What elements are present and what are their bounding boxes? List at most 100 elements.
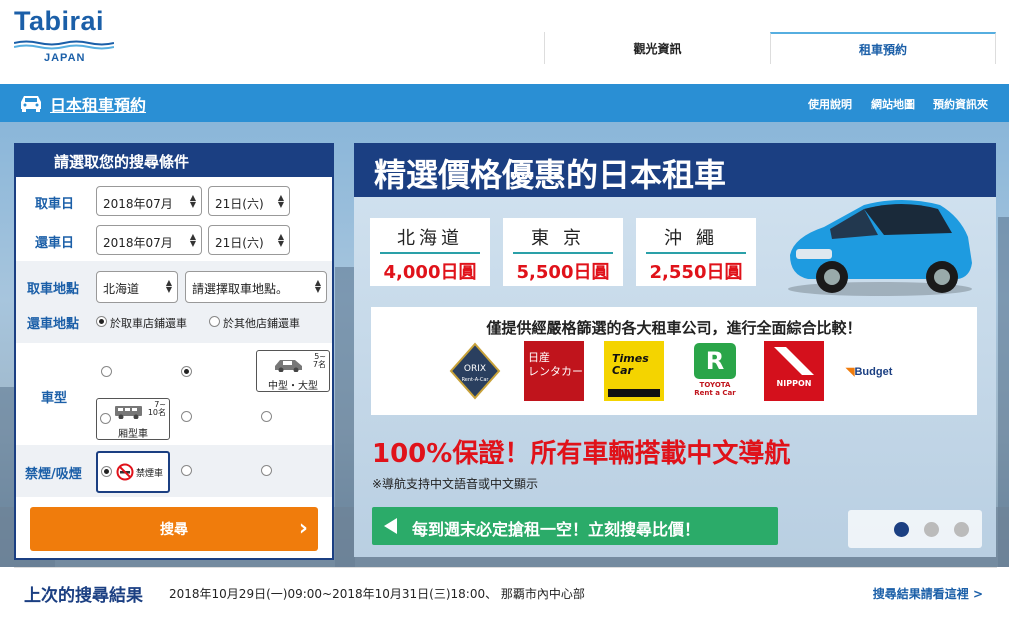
- pickup-place-label: 取車地點: [27, 282, 80, 297]
- car-type-van-option[interactable]: 7~ 10名 厢型車: [96, 398, 170, 440]
- navigation-note: ※導航支持中文語音或中文顯示: [372, 477, 539, 491]
- return-month-value: 2018年07月: [103, 236, 173, 250]
- updown-icon: ▲ ▼: [189, 232, 196, 248]
- no-smoking-icon: [116, 463, 134, 481]
- updown-icon: ▲ ▼: [189, 193, 196, 209]
- arrow-left-icon: [384, 518, 397, 534]
- section-bar: 日本租車預約 使用說明 網站地圖 預約資訊夾: [0, 84, 1009, 122]
- region-select[interactable]: 北海道 ▲ ▼: [96, 271, 178, 303]
- return-month-select[interactable]: 2018年07月 ▲ ▼: [96, 225, 202, 255]
- updown-icon: ▲ ▼: [277, 232, 284, 248]
- car-type-radio-1[interactable]: [101, 366, 112, 377]
- search-button[interactable]: 搜尋 ›: [30, 507, 318, 551]
- non-smoking-text: 禁煙車: [136, 469, 164, 479]
- tabirai-logo[interactable]: Tabirai JAPAN: [14, 6, 114, 64]
- promo-banner[interactable]: 精選價格優惠的日本租車 北海道 4,000日圓 東京 5,500日圓 沖繩 2,…: [354, 143, 996, 557]
- non-smoking-option[interactable]: 禁煙車: [96, 451, 170, 493]
- price-region: 東京: [531, 228, 595, 249]
- van-capacity: 7~ 10名: [147, 400, 166, 417]
- return-other-store-radio[interactable]: [209, 316, 220, 327]
- top-header: Tabirai JAPAN 觀光資訊 租車預約: [0, 0, 1009, 84]
- blue-car-image: [788, 200, 972, 296]
- car-type-radio-van[interactable]: [100, 413, 111, 424]
- search-compare-cta-button[interactable]: 每到週末必定搶租一空！立刻搜尋比價！: [372, 507, 778, 545]
- logo-wave-icon: [14, 40, 114, 50]
- compare-text: 僅提供經嚴格篩選的各大租車公司，進行全面綜合比較！: [486, 319, 862, 337]
- times-car-rental-logo: Times Car: [604, 341, 664, 401]
- pickup-month-value: 2018年07月: [103, 197, 173, 211]
- search-button-label: 搜尋: [160, 522, 188, 538]
- car-icon: [21, 96, 41, 112]
- updown-icon: ▲ ▼: [314, 278, 321, 294]
- car-type-label: 車型: [41, 391, 68, 406]
- svg-text:ORIX: ORIX: [464, 364, 486, 374]
- logo-text: Tabirai: [14, 6, 105, 36]
- return-other-store-label: 於其他店鋪還車: [223, 317, 300, 330]
- carousel-indicator: [848, 510, 982, 548]
- mid-large-label: 中型・大型: [268, 381, 318, 392]
- pickup-day-value: 21日(六): [215, 197, 264, 211]
- toyota-rentacar-logo: R TOYOTA Rent a Car: [690, 341, 740, 401]
- logo-subtext: JAPAN: [44, 52, 86, 64]
- pickup-store-select[interactable]: 請選擇取車地點。 ▲ ▼: [185, 271, 327, 303]
- return-day-select[interactable]: 21日(六) ▲ ▼: [208, 225, 290, 255]
- price-region: 沖繩: [664, 228, 728, 249]
- car-type-mid-large-option[interactable]: 5~ 7名 中型・大型: [256, 350, 330, 392]
- usage-guide-link[interactable]: 使用說明: [808, 96, 852, 112]
- svg-text:Rent-A-Car: Rent-A-Car: [462, 377, 490, 383]
- car-type-radio-2[interactable]: [181, 366, 192, 377]
- japan-car-rental-link[interactable]: 日本租車預約: [50, 92, 146, 116]
- divider: [380, 252, 480, 254]
- view-search-results-link[interactable]: 搜尋結果請看這裡 >: [873, 585, 983, 602]
- return-day-value: 21日(六): [215, 236, 264, 250]
- chevron-right-icon: ›: [298, 516, 308, 541]
- orix-logo: ORIX Rent-A-Car: [448, 341, 502, 401]
- car-type-radio-5[interactable]: [181, 411, 192, 422]
- mid-large-capacity: 5~ 7名: [312, 352, 326, 369]
- van-icon: [115, 406, 142, 419]
- price-value: 4,000日圓: [383, 262, 477, 283]
- reservation-folder-link[interactable]: 預約資訊夾: [933, 96, 988, 112]
- car-type-radio-4[interactable]: [261, 411, 272, 422]
- updown-icon: ▲ ▼: [165, 278, 172, 294]
- non-smoking-radio[interactable]: [101, 466, 112, 477]
- nippon-rentacar-logo: NIPPON: [764, 341, 824, 401]
- smoking-radio-3[interactable]: [261, 465, 272, 476]
- divider: [513, 252, 613, 254]
- sitemap-link[interactable]: 網站地圖: [871, 96, 915, 112]
- last-search-detail: 2018年10月29日(一)09:00~2018年10月31日(三)18:00、…: [169, 587, 585, 601]
- tab-car-rental[interactable]: 租車預約: [770, 32, 996, 64]
- price-region: 北海道: [397, 228, 463, 249]
- guarantee-text: 100%保證！所有車輛搭載中文導航: [372, 439, 791, 469]
- carousel-dot-2[interactable]: [924, 522, 939, 537]
- pickup-month-select[interactable]: 2018年07月 ▲ ▼: [96, 186, 202, 216]
- cta-label: 每到週末必定搶租一空！立刻搜尋比價！: [412, 520, 701, 539]
- divider: [646, 252, 746, 254]
- price-card-tokyo: 東京 5,500日圓: [503, 218, 623, 286]
- nissan-rentacar-logo: 日産 レンタカー: [524, 341, 584, 401]
- sedan-icon: [275, 360, 302, 372]
- carousel-dot-3[interactable]: [954, 522, 969, 537]
- carousel-dot-1[interactable]: [894, 522, 909, 537]
- pickup-day-select[interactable]: 21日(六) ▲ ▼: [208, 186, 290, 216]
- return-place-label: 還車地點: [27, 317, 80, 332]
- pickup-store-placeholder: 請選擇取車地點。: [192, 282, 289, 296]
- price-card-okinawa: 沖繩 2,550日圓: [636, 218, 756, 286]
- van-label: 厢型車: [118, 429, 148, 440]
- region-value: 北海道: [103, 282, 140, 296]
- return-same-store-label: 於取車店鋪還車: [110, 317, 187, 330]
- search-panel: 請選取您的搜尋條件 取車日 2018年07月 ▲ ▼ 21日(六) ▲ ▼ 還車日 …: [14, 143, 334, 560]
- last-search-title: 上次的搜尋結果: [24, 586, 143, 606]
- smoking-label: 禁煙/吸煙: [25, 467, 82, 482]
- price-value: 5,500日圓: [516, 262, 610, 283]
- updown-icon: ▲ ▼: [277, 193, 284, 209]
- search-panel-title: 請選取您的搜尋條件: [16, 145, 332, 177]
- budget-logo: ◥Budget: [846, 366, 893, 378]
- return-same-store-radio[interactable]: [96, 316, 107, 327]
- tab-sightseeing[interactable]: 觀光資訊: [544, 32, 770, 64]
- last-search-bar: 上次的搜尋結果 2018年10月29日(一)09:00~2018年10月31日(…: [14, 567, 997, 619]
- price-value: 2,550日圓: [649, 262, 743, 283]
- return-date-label: 還車日: [35, 236, 75, 251]
- smoking-radio-2[interactable]: [181, 465, 192, 476]
- price-card-hokkaido: 北海道 4,000日圓: [370, 218, 490, 286]
